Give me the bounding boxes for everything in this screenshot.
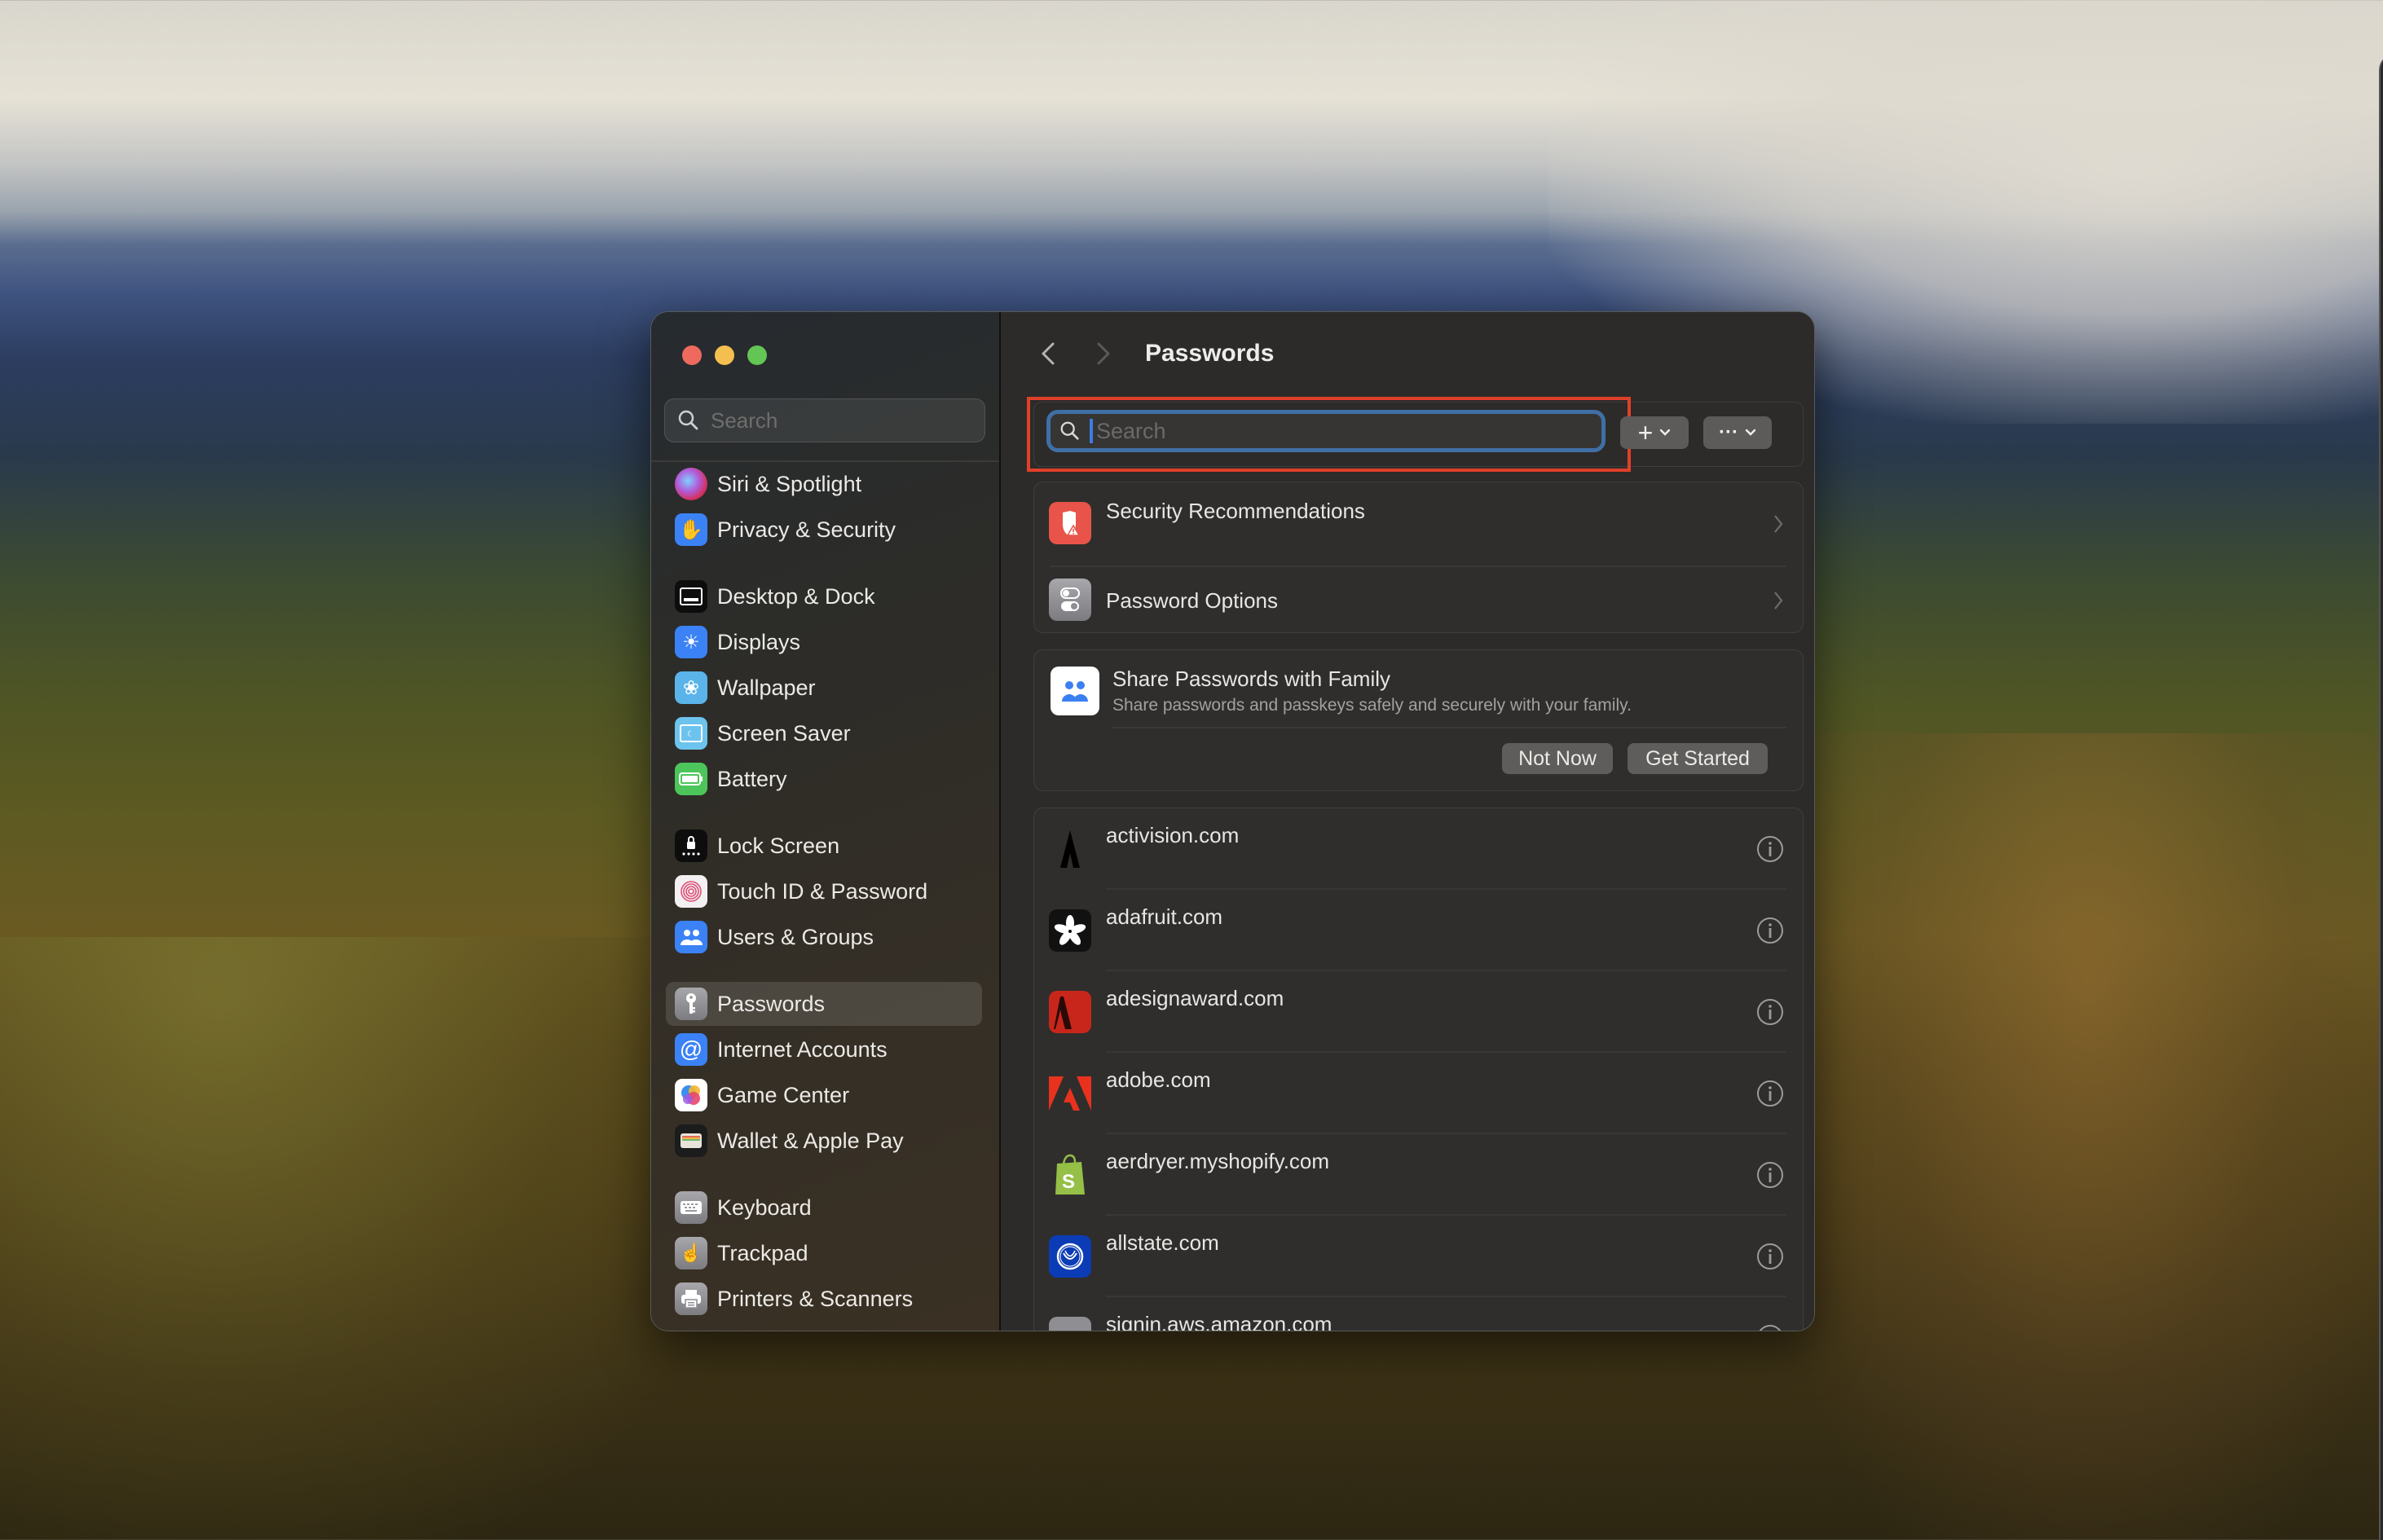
not-now-button[interactable]: Not Now (1502, 743, 1613, 774)
share-passwords-card: Share Passwords with Family Share passwo… (1033, 649, 1804, 791)
back-button[interactable] (1033, 335, 1063, 372)
more-options-button[interactable]: ··· (1703, 416, 1772, 449)
dock-icon (675, 580, 707, 613)
info-icon[interactable] (1755, 1242, 1785, 1271)
sidebar-item-siri-spotlight[interactable]: Siri & Spotlight (666, 462, 982, 506)
sidebar-item-printers-scanners[interactable]: Printers & Scanners (666, 1277, 982, 1321)
sidebar-item-keyboard[interactable]: Keyboard (666, 1186, 982, 1230)
sidebar: Search Siri & Spotlight ✋ Privacy & Secu… (651, 312, 1001, 1331)
game-center-icon (675, 1079, 707, 1111)
background-window-edge (2379, 54, 2383, 1540)
sidebar-item-trackpad[interactable]: ☝ Trackpad (666, 1231, 982, 1275)
maximize-button[interactable] (747, 345, 767, 365)
flower-icon: ❀ (675, 671, 707, 704)
shopify-icon: S (1049, 1154, 1091, 1196)
list-item[interactable]: allstate.com (1034, 1216, 1803, 1297)
sidebar-item-touch-id-password[interactable]: Touch ID & Password (666, 869, 982, 913)
sidebar-item-screen-saver[interactable]: ☾ Screen Saver (666, 711, 982, 755)
sidebar-item-wallet-apple-pay[interactable]: Wallet & Apple Pay (666, 1119, 982, 1163)
sidebar-item-privacy-security[interactable]: ✋ Privacy & Security (666, 508, 982, 552)
family-icon (1051, 667, 1099, 715)
page-title: Passwords (1145, 340, 1275, 367)
forward-icon (1097, 342, 1110, 365)
battery-icon (675, 763, 707, 795)
screensaver-icon: ☾ (675, 717, 707, 750)
info-icon[interactable] (1755, 1323, 1785, 1331)
list-item[interactable]: adafruit.com (1034, 890, 1803, 971)
aws-icon: A (1049, 1317, 1091, 1331)
info-icon[interactable] (1755, 834, 1785, 864)
chevron-down-icon (1660, 429, 1671, 436)
info-icon[interactable] (1755, 1079, 1785, 1108)
at-icon: @ (675, 1033, 707, 1066)
sidebar-item-displays[interactable]: ☀ Displays (666, 620, 982, 664)
info-icon[interactable] (1755, 1160, 1785, 1190)
printer-icon (675, 1283, 707, 1315)
add-button[interactable]: + (1620, 416, 1689, 449)
sidebar-search-input[interactable]: Search (664, 398, 985, 442)
users-icon (675, 921, 707, 953)
sidebar-item-lock-screen[interactable]: Lock Screen (666, 824, 982, 868)
chevron-right-icon (1774, 592, 1783, 609)
main-pane: Passwords + ··· Security Recommendations (1001, 312, 1814, 1331)
system-settings-window: Search Siri & Spotlight ✋ Privacy & Secu… (650, 311, 1815, 1331)
password-options-row[interactable]: Password Options (1034, 567, 1803, 632)
info-icon[interactable] (1755, 997, 1785, 1027)
plus-icon: + (1637, 417, 1654, 447)
sidebar-item-game-center[interactable]: Game Center (666, 1073, 982, 1117)
wallpaper-hill-right (1793, 733, 2383, 1540)
share-card-title: Share Passwords with Family (1112, 667, 1390, 691)
svg-text:S: S (1062, 1171, 1075, 1193)
toggles-icon (1049, 579, 1091, 621)
key-icon (675, 988, 707, 1020)
hand-icon: ✋ (675, 513, 707, 546)
sidebar-item-battery[interactable]: Battery (666, 757, 982, 801)
info-icon[interactable] (1755, 916, 1785, 945)
activision-icon (1049, 828, 1091, 870)
siri-icon (675, 468, 707, 500)
list-item[interactable]: adobe.com (1034, 1053, 1803, 1134)
list-item[interactable]: S aerdryer.myshopify.com (1034, 1134, 1803, 1216)
wallpaper-hill-left (0, 937, 733, 1540)
trackpad-icon: ☝ (675, 1237, 707, 1269)
card-separator (1112, 727, 1786, 728)
sidebar-item-users-groups[interactable]: Users & Groups (666, 915, 982, 959)
accounts-list: activision.com adafruit.com adesignaward… (1033, 807, 1804, 1331)
svg-text:☾: ☾ (687, 730, 694, 739)
annotation-highlight-box (1027, 397, 1631, 472)
minimize-button[interactable] (715, 345, 734, 365)
sidebar-search-placeholder: Search (711, 407, 778, 433)
chevron-down-icon (1745, 429, 1756, 436)
allstate-icon (1049, 1235, 1091, 1278)
sidebar-item-desktop-dock[interactable]: Desktop & Dock (666, 574, 982, 618)
shield-warning-icon (1049, 502, 1091, 544)
sidebar-item-internet-accounts[interactable]: @ Internet Accounts (666, 1027, 982, 1071)
keyboard-icon (675, 1191, 707, 1224)
adobe-icon (1049, 1072, 1091, 1115)
search-icon (678, 410, 698, 430)
fingerprint-icon (675, 875, 707, 908)
wallet-icon (675, 1124, 707, 1157)
sidebar-item-passwords[interactable]: Passwords (666, 982, 982, 1026)
get-started-button[interactable]: Get Started (1628, 743, 1768, 774)
chevron-right-icon (1774, 515, 1783, 533)
list-item[interactable]: adesignaward.com (1034, 971, 1803, 1053)
forward-button[interactable] (1089, 335, 1118, 372)
sidebar-item-wallpaper[interactable]: ❀ Wallpaper (666, 666, 982, 710)
settings-card: Security Recommendations Password Option… (1033, 482, 1804, 633)
ellipsis-icon: ··· (1719, 421, 1738, 443)
list-item[interactable]: activision.com (1034, 808, 1803, 890)
share-card-subtitle: Share passwords and passkeys safely and … (1112, 696, 1632, 715)
close-button[interactable] (682, 345, 702, 365)
adesignaward-icon (1049, 991, 1091, 1033)
back-icon (1042, 342, 1055, 365)
list-item[interactable]: A signin.aws.amazon.com (1034, 1297, 1803, 1331)
sun-icon: ☀ (675, 626, 707, 658)
adafruit-icon (1049, 909, 1091, 952)
security-recommendations-row[interactable]: Security Recommendations (1034, 482, 1803, 567)
lock-icon (675, 829, 707, 862)
